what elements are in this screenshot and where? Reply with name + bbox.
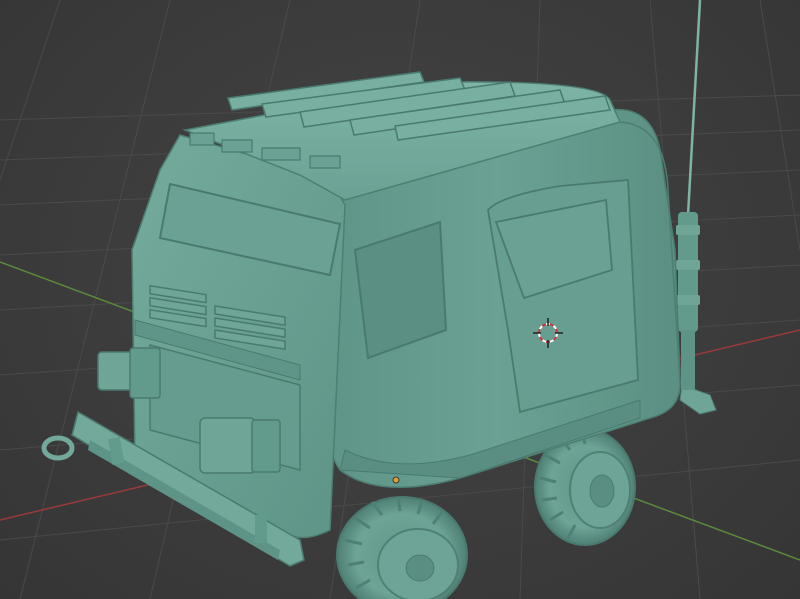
object-origin — [392, 476, 400, 484]
front-right-wheel[interactable] — [336, 496, 468, 599]
3d-viewport[interactable] — [0, 0, 800, 599]
viewport-canvas[interactable] — [0, 0, 800, 599]
